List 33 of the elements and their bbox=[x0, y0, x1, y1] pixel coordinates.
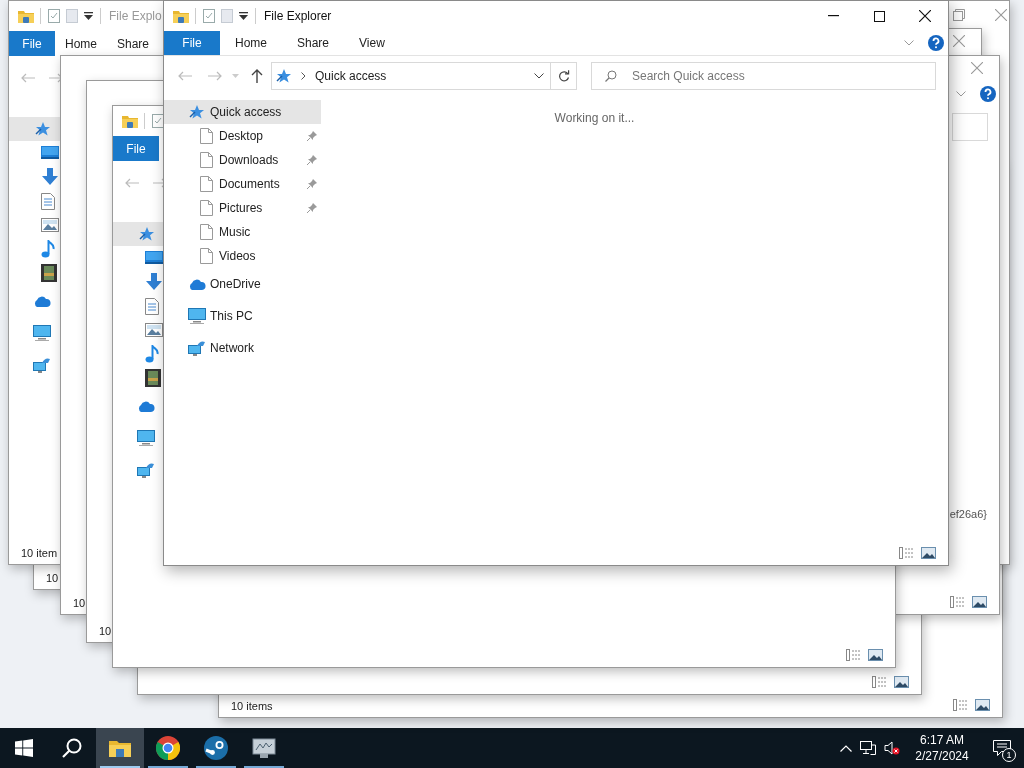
nav-item[interactable]: Quick access bbox=[164, 100, 321, 124]
nav-item[interactable]: Music bbox=[164, 220, 321, 244]
status-text: 10 bbox=[46, 570, 59, 586]
nav-item[interactable]: Documents bbox=[164, 172, 321, 196]
status-text: 10 items bbox=[231, 698, 273, 714]
status-text: 10 bbox=[73, 595, 86, 611]
ribbon-tab[interactable]: View bbox=[344, 31, 400, 55]
notifications-button[interactable]: 1 bbox=[980, 728, 1024, 768]
nav-item[interactable]: Videos bbox=[164, 244, 321, 268]
ribbon-tab[interactable]: File bbox=[164, 31, 220, 55]
nav-item[interactable]: This PC bbox=[164, 300, 321, 332]
ribbon-tab[interactable]: Share bbox=[282, 31, 345, 55]
clock[interactable]: 6:17 AM 2/27/2024 bbox=[904, 728, 980, 768]
notification-count: 1 bbox=[1002, 748, 1016, 762]
address-bar[interactable]: Quick access bbox=[271, 62, 551, 90]
status-text: 10 bbox=[99, 623, 112, 639]
nav-item[interactable]: Desktop bbox=[164, 124, 321, 148]
status-text: 10 item bbox=[21, 545, 58, 561]
window-title: File Explorer bbox=[264, 8, 333, 25]
ribbon-tab[interactable]: Home bbox=[55, 31, 107, 56]
ribbon-tab[interactable]: File bbox=[113, 136, 159, 161]
nav-item[interactable]: Downloads bbox=[164, 148, 321, 172]
ribbon-tab[interactable]: Share bbox=[107, 31, 160, 56]
item-text: ef26a6} bbox=[949, 507, 987, 522]
ribbon-tab[interactable]: File bbox=[9, 31, 55, 56]
nav-item[interactable]: Pictures bbox=[164, 196, 321, 220]
search-field[interactable]: Search Quick access bbox=[591, 62, 936, 90]
address-text: Quick access bbox=[315, 68, 388, 85]
nav-item[interactable]: Network bbox=[164, 332, 321, 364]
nav-item[interactable]: OneDrive bbox=[164, 268, 321, 300]
window-title: File Explo bbox=[109, 8, 162, 25]
ribbon-tab[interactable]: Home bbox=[220, 31, 282, 55]
loading-text: Working on it... bbox=[554, 110, 635, 127]
